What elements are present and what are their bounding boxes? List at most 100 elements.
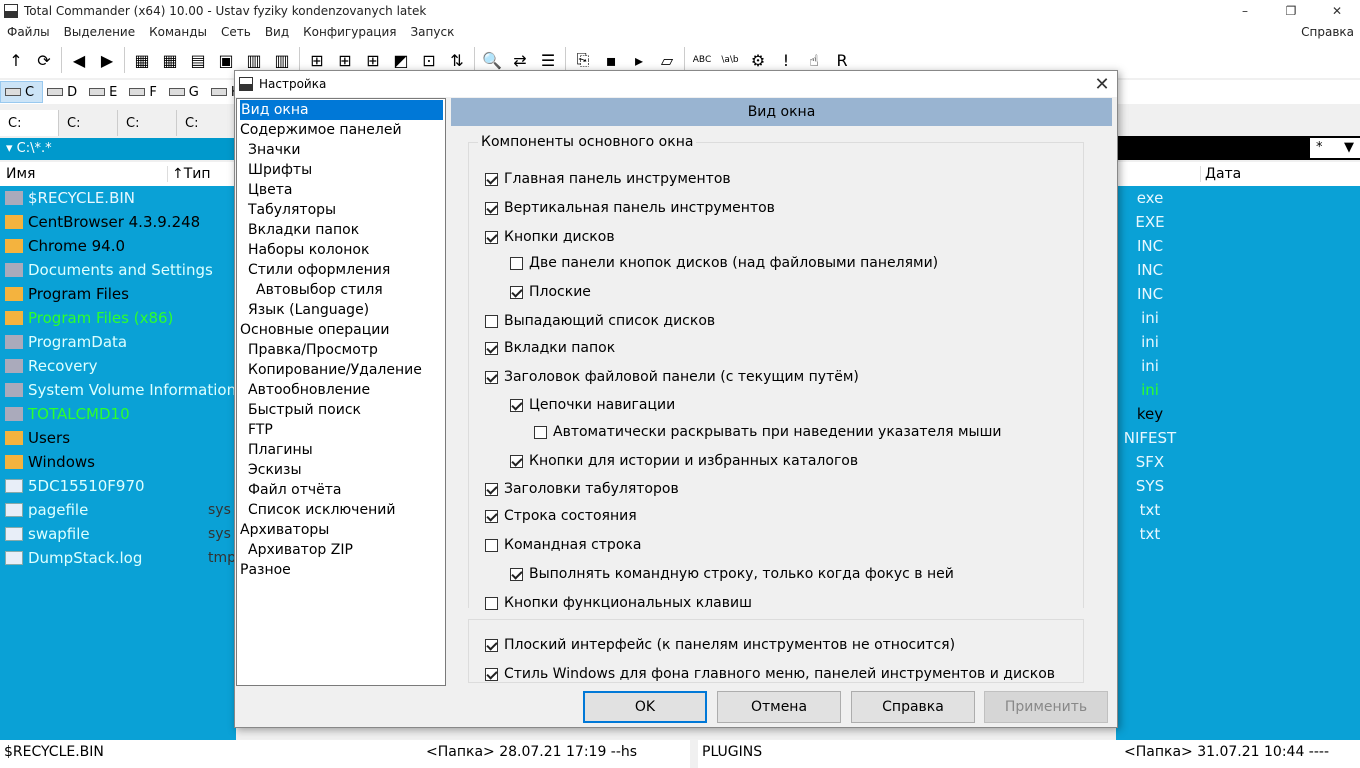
tree-item[interactable]: Вкладки папок [237,220,445,240]
column-date-header[interactable]: Дата [1200,166,1241,182]
menu-commands[interactable]: Команды [142,25,214,39]
checkbox-checked-icon[interactable] [510,454,523,468]
tree-item[interactable]: Язык (Language) [237,300,445,320]
drive-g-button[interactable]: G [165,81,207,103]
file-row[interactable]: ProgramData [0,330,236,354]
option-checkbox[interactable]: Заголовки табуляторов [485,481,679,497]
folder-tab[interactable]: C: [59,110,118,136]
tree-item[interactable]: Файл отчёта [237,480,445,500]
file-row[interactable]: System Volume Information [0,378,236,402]
file-row[interactable]: INC [1116,258,1360,282]
left-path-bar[interactable]: ▾ C:\*.* [0,138,236,160]
option-checkbox[interactable]: Вкладки папок [485,340,615,356]
file-filter-dropdown[interactable]: * ▼ [1310,138,1360,158]
folder-tab[interactable]: C: [0,110,59,136]
option-checkbox[interactable]: Вертикальная панель инструментов [485,200,775,216]
toolbar-button-icon[interactable]: ▦ [129,47,155,73]
tree-item[interactable]: Шрифты [237,160,445,180]
file-row[interactable]: txt [1116,522,1360,546]
tree-item[interactable]: FTP [237,420,445,440]
file-row[interactable]: 5DC15510F970 [0,474,236,498]
tree-item[interactable]: Значки [237,140,445,160]
menu-view[interactable]: Вид [258,25,296,39]
style-option-checkbox[interactable]: Стиль Windows для фона главного меню, па… [485,666,1055,682]
file-row[interactable]: Windows [0,450,236,474]
toolbar-button-icon[interactable]: ▤ [185,47,211,73]
file-row[interactable]: Program Files [0,282,236,306]
file-row[interactable]: pagefile sys [0,498,236,522]
tree-item[interactable]: Табуляторы [237,200,445,220]
checkbox-checked-icon[interactable] [510,285,523,299]
tree-item[interactable]: Автообновление [237,380,445,400]
file-row[interactable]: ini [1116,306,1360,330]
file-row[interactable]: INC [1116,234,1360,258]
checkbox-checked-icon[interactable] [485,638,498,652]
menu-start[interactable]: Запуск [403,25,461,39]
option-checkbox[interactable]: Автоматически раскрывать при наведении у… [534,424,1002,440]
option-checkbox[interactable]: Две панели кнопок дисков (над файловыми … [510,255,938,271]
checkbox-unchecked-icon[interactable] [485,314,498,328]
tree-item[interactable]: Список исключений [237,500,445,520]
file-row[interactable]: Recovery [0,354,236,378]
help-button[interactable]: Справка [851,691,975,723]
option-checkbox[interactable]: Кнопки дисков [485,229,615,245]
drive-e-button[interactable]: E [85,81,125,103]
file-row[interactable]: CentBrowser 4.3.9.248 [0,210,236,234]
option-checkbox[interactable]: Кнопки функциональных клавиш [485,595,752,611]
toolbar-button-icon[interactable]: ◀ [66,47,92,73]
menu-help[interactable]: Справка [1294,25,1360,39]
settings-tree[interactable]: Вид окна Содержимое панелей Значки Шрифты Цв… [236,98,446,686]
tree-item[interactable]: Наборы колонок [237,240,445,260]
file-row[interactable]: Program Files (x86) [0,306,236,330]
toolbar-button-icon[interactable]: ▦ [157,47,183,73]
menu-files[interactable]: Файлы [0,25,57,39]
toolbar-button-icon[interactable]: ⟳ [31,47,57,73]
tree-item[interactable]: Плагины [237,440,445,460]
option-checkbox[interactable]: Плоские [510,284,591,300]
checkbox-checked-icon[interactable] [485,370,498,384]
file-row[interactable]: NIFEST [1116,426,1360,450]
checkbox-checked-icon[interactable] [510,398,523,412]
tree-item[interactable]: Содержимое панелей [237,120,445,140]
panel-divider[interactable] [690,740,698,768]
tree-item[interactable]: Копирование/Удаление [237,360,445,380]
file-row[interactable]: $RECYCLE.BIN [0,186,236,210]
checkbox-checked-icon[interactable] [485,482,498,496]
tree-item[interactable]: Разное [237,560,445,580]
menu-configuration[interactable]: Конфигурация [296,25,403,39]
tree-item[interactable]: Стили оформления [237,260,445,280]
close-icon[interactable]: ✕ [1087,74,1117,95]
file-row[interactable]: Users [0,426,236,450]
file-row[interactable]: ini [1116,330,1360,354]
tree-item[interactable]: Эскизы [237,460,445,480]
tree-item[interactable]: Правка/Просмотр [237,340,445,360]
option-checkbox[interactable]: Цепочки навигации [510,397,675,413]
right-file-list[interactable]: exe EXE INC INC INC ini ini ini ini key NIFEST SFX S… [1116,186,1360,740]
option-checkbox[interactable]: Выпадающий список дисков [485,313,715,329]
tree-item[interactable]: Архиватор ZIP [237,540,445,560]
file-row[interactable]: TOTALCMD10 [0,402,236,426]
maximize-button[interactable]: ❐ [1268,4,1314,18]
option-checkbox[interactable]: Главная панель инструментов [485,171,731,187]
left-file-list[interactable]: $RECYCLE.BIN CentBrowser 4.3.9.248 Chrome … [0,186,236,740]
file-row[interactable]: Chrome 94.0 [0,234,236,258]
file-row[interactable]: txt [1116,498,1360,522]
checkbox-checked-icon[interactable] [485,230,498,244]
file-row[interactable]: ini [1116,378,1360,402]
toolbar-button-icon[interactable]: ▶ [94,47,120,73]
tree-item[interactable]: Быстрый поиск [237,400,445,420]
toolbar-button-icon[interactable]: ↑ [3,47,29,73]
checkbox-checked-icon[interactable] [485,201,498,215]
checkbox-checked-icon[interactable] [510,567,523,581]
file-row[interactable]: Documents and Settings [0,258,236,282]
tree-item[interactable]: Архиваторы [237,520,445,540]
checkbox-unchecked-icon[interactable] [485,538,498,552]
drive-c-button[interactable]: C [0,81,44,103]
style-option-checkbox[interactable]: Плоский интерфейс (к панелям инструменто… [485,637,955,653]
column-name-header[interactable]: Имя [0,166,168,182]
file-row[interactable]: SYS [1116,474,1360,498]
tree-item[interactable]: Автовыбор стиля [237,280,445,300]
checkbox-unchecked-icon[interactable] [485,596,498,610]
file-row[interactable]: SFX [1116,450,1360,474]
tree-item[interactable]: Цвета [237,180,445,200]
